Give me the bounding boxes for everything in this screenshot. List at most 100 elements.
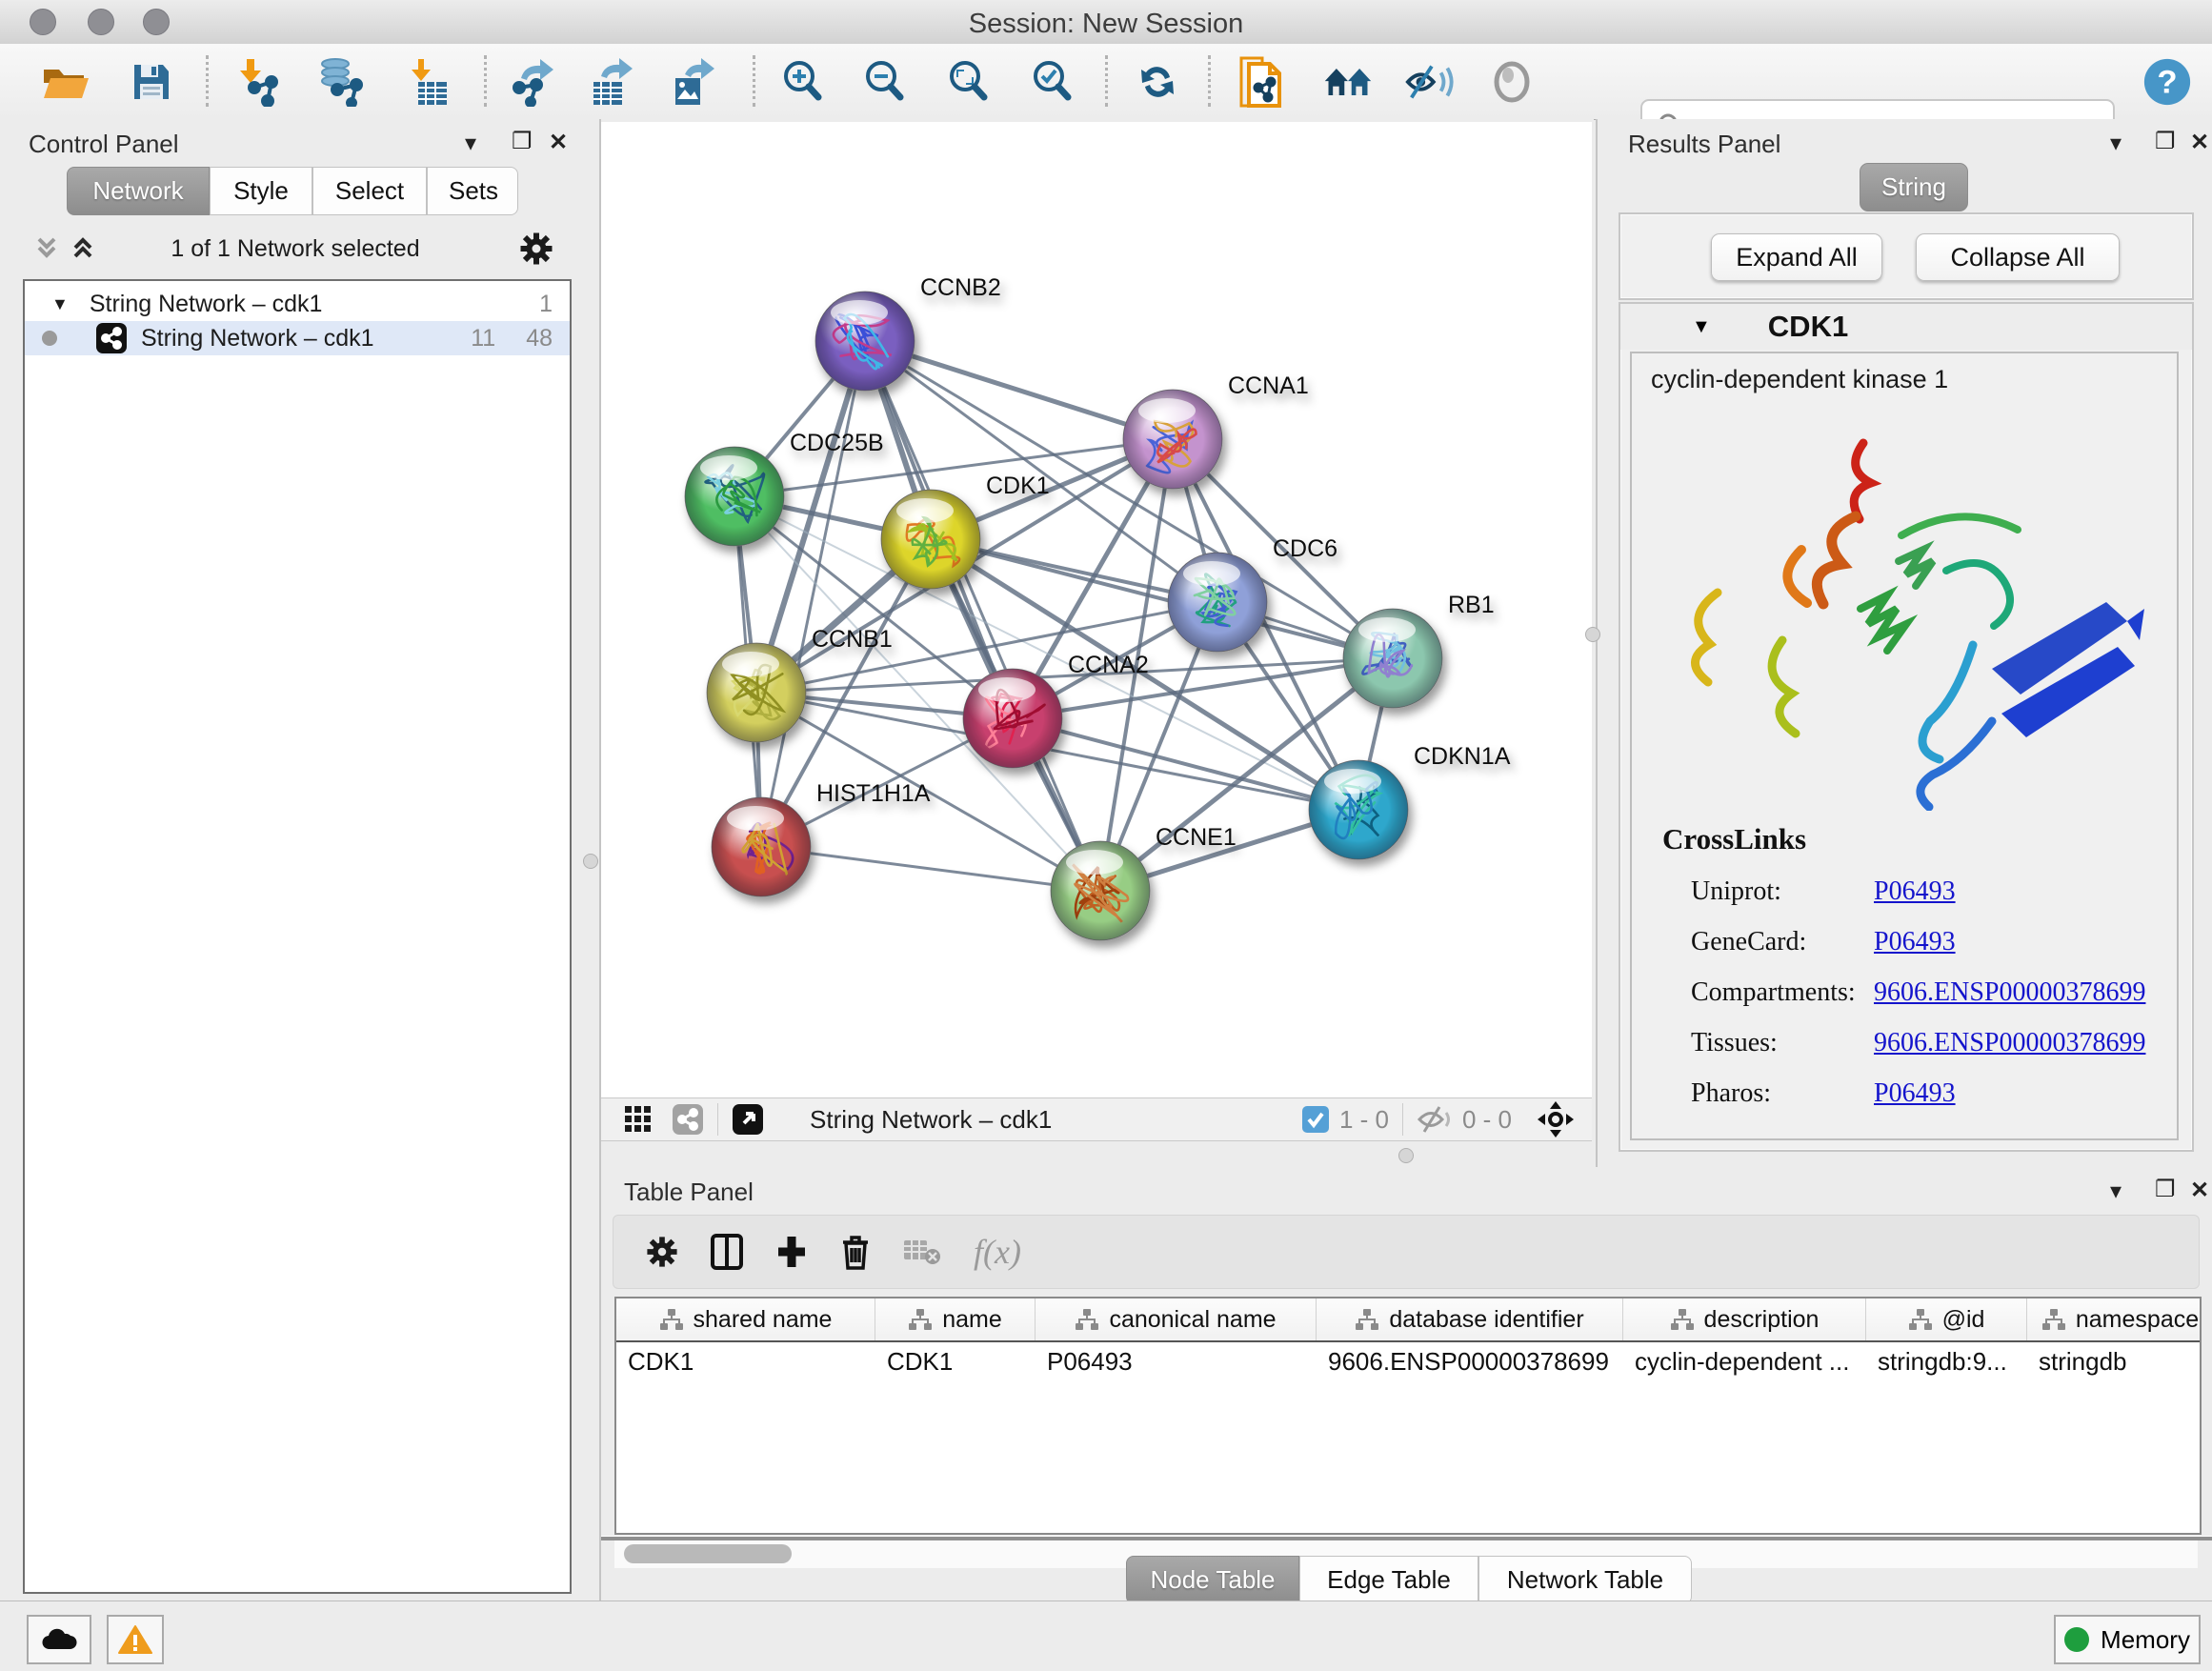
- column-header-description[interactable]: description: [1623, 1299, 1866, 1340]
- node-HIST1H1A[interactable]: HIST1H1A: [712, 780, 931, 896]
- crosslink-row: Uniprot:P06493: [1691, 876, 2177, 907]
- import-string-network-button[interactable]: [1235, 57, 1286, 107]
- node-CDC6[interactable]: CDC6: [1168, 535, 1337, 652]
- maximize-panel-icon[interactable]: ❐: [512, 128, 533, 155]
- table-cell[interactable]: CDK1: [875, 1342, 1024, 1380]
- save-session-button[interactable]: [126, 57, 177, 107]
- warnings-button[interactable]: [107, 1615, 164, 1664]
- float-panel-icon[interactable]: ▾: [2110, 130, 2122, 157]
- crosslink-link[interactable]: 9606.ENSP00000378699: [1874, 977, 2145, 1008]
- float-panel-icon[interactable]: ▾: [2110, 1178, 2122, 1205]
- detach-view-icon[interactable]: [732, 1103, 764, 1136]
- table-cell[interactable]: P06493: [1036, 1342, 1305, 1380]
- network-tree: ▼ String Network – cdk1 1 String Network…: [23, 279, 572, 1594]
- node-CCNB1[interactable]: CCNB1: [707, 626, 893, 742]
- network-row-selected[interactable]: String Network – cdk1 11 48: [25, 321, 570, 355]
- import-network-file-button[interactable]: [232, 57, 284, 107]
- tab-edge-table[interactable]: Edge Table: [1299, 1556, 1478, 1604]
- hidden-eye-slash-icon[interactable]: [1417, 1105, 1453, 1134]
- column-header-database-identifier[interactable]: database identifier: [1317, 1299, 1623, 1340]
- tab-network-table[interactable]: Network Table: [1478, 1556, 1692, 1604]
- show-graphics-details-button[interactable]: [1486, 57, 1538, 107]
- column-header-namespace[interactable]: namespace: [2027, 1299, 2202, 1340]
- import-table-button[interactable]: [402, 57, 453, 107]
- close-panel-icon[interactable]: ✕: [549, 129, 568, 156]
- table-cell[interactable]: cyclin-dependent ...: [1623, 1342, 1855, 1380]
- selected-checkbox-icon[interactable]: [1301, 1105, 1330, 1134]
- maximize-panel-icon[interactable]: ❐: [2155, 1176, 2176, 1203]
- network-options-gear-icon[interactable]: [519, 232, 553, 266]
- vertical-splitter-handle[interactable]: [1585, 627, 1600, 642]
- column-header-@id[interactable]: @id: [1866, 1299, 2027, 1340]
- birdseye-grid-icon[interactable]: [624, 1105, 653, 1134]
- tree-expander-icon[interactable]: ▼: [51, 294, 69, 314]
- crosslink-link[interactable]: P06493: [1874, 927, 1956, 957]
- zoom-selected-button[interactable]: [1027, 57, 1078, 107]
- collapse-all-button[interactable]: Collapse All: [1916, 233, 2120, 281]
- node-CCNA1[interactable]: CCNA1: [1123, 372, 1309, 489]
- vertical-splitter-handle[interactable]: [583, 854, 598, 869]
- export-network-button[interactable]: [507, 57, 558, 107]
- scrollbar-thumb[interactable]: [624, 1544, 792, 1563]
- node-CDC25B[interactable]: CDC25B: [685, 430, 884, 546]
- network-overview-icon[interactable]: [672, 1103, 704, 1136]
- node-RB1[interactable]: RB1: [1343, 592, 1495, 708]
- string-home-button[interactable]: [1322, 57, 1374, 107]
- horizontal-splitter-handle[interactable]: [1398, 1148, 1414, 1163]
- show-columns-icon[interactable]: [711, 1234, 743, 1270]
- eye-icon: [1489, 59, 1535, 105]
- section-expander-icon[interactable]: ▼: [1692, 316, 1711, 338]
- zoom-out-button[interactable]: [859, 57, 911, 107]
- table-options-gear-icon[interactable]: [646, 1236, 678, 1268]
- tab-select[interactable]: Select: [312, 167, 427, 215]
- cloud-button[interactable]: [27, 1615, 91, 1664]
- zoom-fit-button[interactable]: [943, 57, 995, 107]
- column-header-canonical-name[interactable]: canonical name: [1036, 1299, 1317, 1340]
- network-collection-row[interactable]: ▼ String Network – cdk1 1: [25, 287, 570, 321]
- tab-style[interactable]: Style: [210, 167, 312, 215]
- export-image-button[interactable]: [667, 57, 718, 107]
- zoom-in-button[interactable]: [777, 57, 829, 107]
- center-view-crosshair-icon[interactable]: [1537, 1100, 1575, 1138]
- network-canvas[interactable]: CCNB2CCNA1CDC25BCDK1CDC6RB1CCNB1CCNA2CDK…: [601, 122, 1592, 1097]
- apply-layout-button[interactable]: [1132, 57, 1183, 107]
- table-cell[interactable]: stringdb:9...: [1866, 1342, 2016, 1380]
- tab-node-table[interactable]: Node Table: [1126, 1556, 1299, 1604]
- create-column-plus-icon[interactable]: [775, 1234, 808, 1270]
- expand-all-button[interactable]: Expand All: [1711, 233, 1882, 281]
- open-session-button[interactable]: [40, 57, 91, 107]
- tab-string[interactable]: String: [1860, 163, 1968, 211]
- edge-HIST1H1A-CCNE1[interactable]: [761, 847, 1100, 891]
- crosslink-link[interactable]: P06493: [1874, 1078, 1956, 1109]
- maximize-panel-icon[interactable]: ❐: [2155, 128, 2176, 155]
- string-network-graph[interactable]: CCNB2CCNA1CDC25BCDK1CDC6RB1CCNB1CCNA2CDK…: [601, 122, 1592, 1097]
- memory-button[interactable]: Memory: [2054, 1615, 2201, 1664]
- tab-sets[interactable]: Sets: [427, 167, 518, 215]
- delete-column-trash-icon[interactable]: [840, 1234, 871, 1270]
- edge-CCNB2-HIST1H1A[interactable]: [761, 341, 865, 847]
- float-panel-icon[interactable]: ▾: [465, 130, 476, 157]
- table-cell[interactable]: stringdb: [2027, 1342, 2202, 1380]
- table-cell[interactable]: CDK1: [616, 1342, 864, 1380]
- gene-section-header[interactable]: ▼ CDK1: [1620, 304, 2192, 350]
- crosslink-link[interactable]: 9606.ENSP00000378699: [1874, 1028, 2145, 1058]
- hide-enhanced-labels-button[interactable]: [1404, 57, 1456, 107]
- table-cell[interactable]: 9606.ENSP00000378699: [1317, 1342, 1612, 1380]
- function-builder-fx-icon[interactable]: f(x): [974, 1232, 1021, 1272]
- help-button[interactable]: ?: [2142, 57, 2193, 107]
- column-header-name[interactable]: name: [875, 1299, 1036, 1340]
- close-panel-icon[interactable]: ✕: [2190, 1177, 2209, 1204]
- column-header-shared-name[interactable]: shared name: [616, 1299, 875, 1340]
- control-panel-title: Control Panel: [29, 130, 179, 159]
- export-table-button[interactable]: [585, 57, 636, 107]
- collapse-all-tree-icon[interactable]: [32, 233, 61, 262]
- tab-network[interactable]: Network: [67, 167, 210, 215]
- node-CDKN1A[interactable]: CDKN1A: [1309, 743, 1511, 859]
- crosslink-link[interactable]: P06493: [1874, 876, 1956, 907]
- close-panel-icon[interactable]: ✕: [2190, 129, 2209, 156]
- zoom-out-icon: [861, 58, 909, 106]
- delete-table-icon[interactable]: [903, 1238, 941, 1266]
- edge-CCNB2-CCNE1[interactable]: [865, 341, 1100, 891]
- expand-all-tree-icon[interactable]: [69, 233, 97, 262]
- import-network-database-button[interactable]: [314, 57, 366, 107]
